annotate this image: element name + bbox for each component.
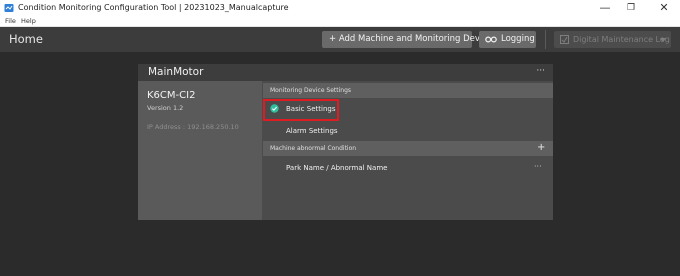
device-version: Version 1.2 — [147, 104, 184, 112]
logging-button[interactable]: Logging — [479, 31, 536, 48]
app-header: Home + Add Machine and Monitoring Device… — [0, 27, 680, 52]
window-title: Condition Monitoring Configuration Tool … — [18, 3, 289, 12]
add-machine-label: + Add Machine and Monitoring Device — [329, 34, 493, 44]
add-abnormal-condition-icon[interactable]: + — [537, 143, 545, 153]
add-machine-button[interactable]: + Add Machine and Monitoring Device — [322, 31, 492, 48]
window-titlebar: Condition Monitoring Configuration Tool … — [0, 0, 680, 17]
minimize-button[interactable]: — — [593, 0, 617, 17]
abnormal-item-more-icon[interactable]: ··· — [534, 162, 542, 172]
alarm-settings-item[interactable]: Alarm Settings — [286, 126, 338, 136]
menu-help[interactable]: Help — [21, 17, 36, 26]
machine-abnormal-condition-header: Machine abnormal Condition — [263, 141, 553, 156]
digital-maintenance-log-label: Digital Maintenance Log — [573, 35, 670, 44]
header-divider — [545, 30, 546, 49]
close-button[interactable]: ✕ — [652, 0, 676, 17]
device-info-panel: K6CM-CI2 Version 1.2 IP Address : 192.16… — [138, 81, 262, 220]
card-more-icon[interactable]: ··· — [536, 65, 545, 77]
highlight-annotation — [263, 99, 339, 121]
app-icon — [4, 4, 14, 12]
monitoring-device-settings-header: Monitoring Device Settings — [263, 83, 553, 98]
maximize-button[interactable]: ❐ — [619, 0, 643, 17]
logging-icon — [485, 36, 497, 43]
abnormal-condition-item[interactable]: Park Name / Abnormal Name — [286, 163, 387, 173]
machine-abnormal-condition-label: Machine abnormal Condition — [270, 145, 357, 152]
logging-label: Logging — [501, 34, 535, 44]
machine-card: MainMotor ··· K6CM-CI2 Version 1.2 IP Ad… — [138, 64, 553, 220]
log-icon — [560, 35, 569, 44]
monitoring-device-settings-label: Monitoring Device Settings — [270, 87, 352, 94]
menu-file[interactable]: File — [5, 17, 16, 26]
machine-name: MainMotor — [148, 66, 204, 78]
chevron-down-icon — [660, 38, 666, 42]
device-ip-address: IP Address : 192.168.250.10 — [147, 123, 239, 131]
device-name: K6CM-CI2 — [147, 90, 196, 101]
page-title: Home — [9, 32, 43, 46]
menu-bar: File Help — [0, 17, 680, 27]
digital-maintenance-log-button[interactable]: Digital Maintenance Log — [554, 31, 671, 48]
card-header: MainMotor ··· — [138, 64, 553, 81]
